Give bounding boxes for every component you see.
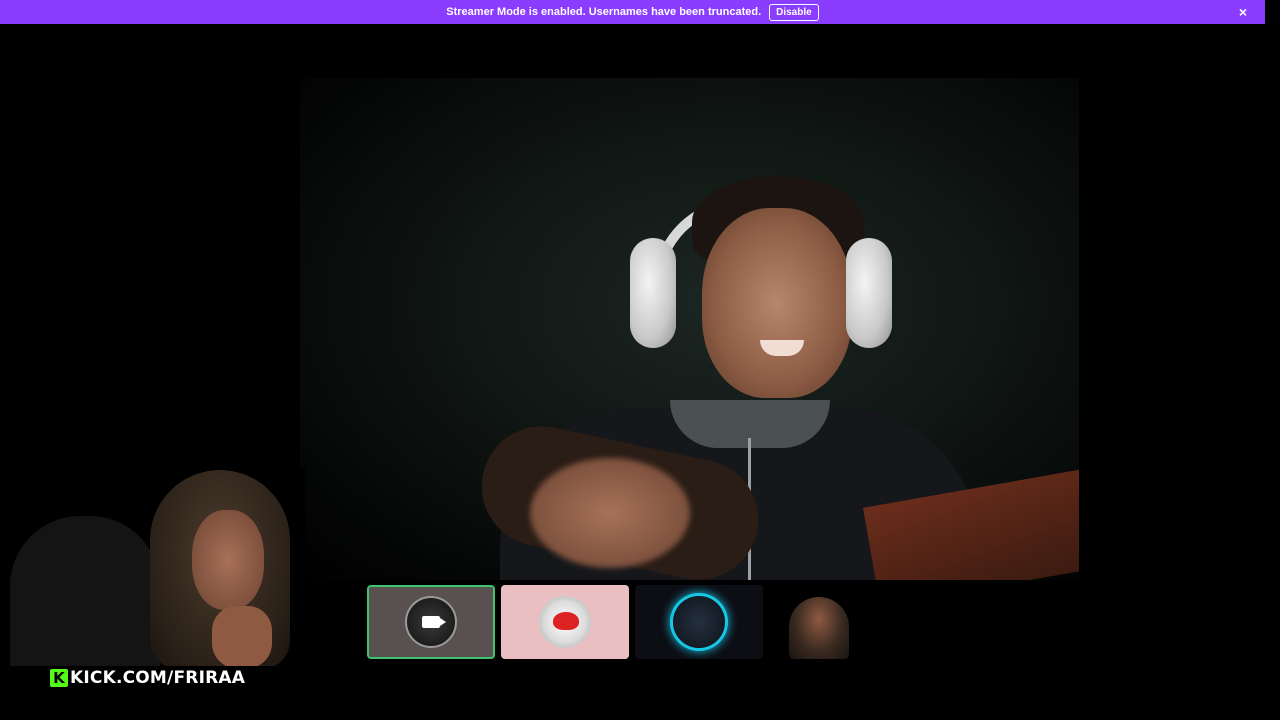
participant-avatar-tile[interactable] — [635, 585, 763, 659]
participant-avatar-tile[interactable] — [501, 585, 629, 659]
avatar-heart-icon — [553, 612, 579, 630]
disable-streamer-mode-button[interactable]: Disable — [769, 3, 819, 21]
streamer-webcam-overlay — [0, 466, 305, 666]
streamer-mode-message: Streamer Mode is enabled. Usernames have… — [446, 6, 762, 18]
participant-video-thumbnail — [789, 597, 849, 659]
video-subject-face — [702, 208, 852, 398]
video-subject-hand — [530, 458, 690, 568]
webcam-chair — [10, 516, 160, 666]
webcam-streamer-hand — [212, 606, 272, 666]
close-icon[interactable]: × — [1235, 4, 1251, 20]
kick-channel-url: KICK.COM/FRIRAA — [70, 668, 246, 688]
main-video-stream — [300, 78, 1079, 580]
participant-avatar — [673, 596, 725, 648]
participant-camera-tile[interactable] — [367, 585, 495, 659]
scrollbar-track — [1265, 0, 1280, 720]
video-camera-icon — [422, 616, 446, 628]
participant-strip — [367, 585, 869, 659]
streamer-mode-banner: Streamer Mode is enabled. Usernames have… — [0, 0, 1265, 24]
headphone-right — [846, 238, 892, 348]
participant-video-tile[interactable] — [769, 585, 869, 659]
kick-logo-icon: K — [50, 669, 68, 687]
headphone-left — [630, 238, 676, 348]
kick-channel-watermark: K KICK.COM/FRIRAA — [50, 667, 245, 689]
participant-avatar — [539, 596, 591, 648]
webcam-streamer-face — [192, 510, 264, 610]
